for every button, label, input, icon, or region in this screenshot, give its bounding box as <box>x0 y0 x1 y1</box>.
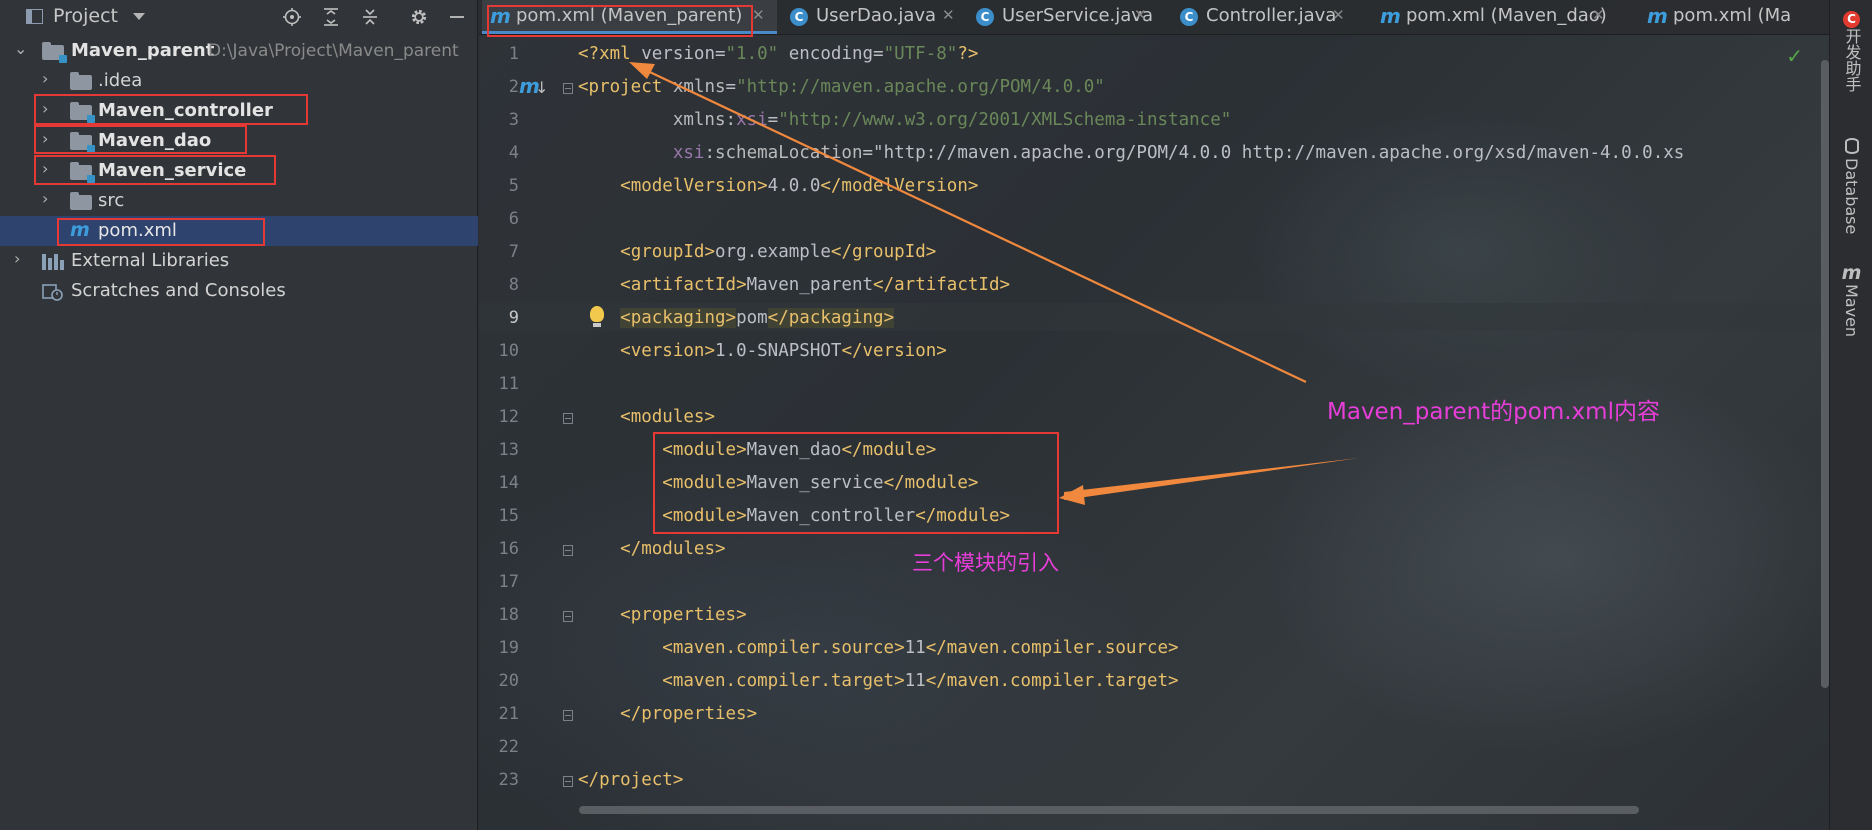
tree-item-maven-dao[interactable]: › Maven_dao <box>0 126 478 156</box>
tree-item-src[interactable]: › src <box>0 186 478 216</box>
right-tool-strip: C 开发助手 Database m Maven <box>1829 0 1872 830</box>
maven-icon: m <box>1841 262 1862 284</box>
annotation-modules-intro: 三个模块的引入 <box>912 551 1059 575</box>
annotation-arrow-line <box>1064 458 1359 500</box>
chevron-right-icon[interactable]: › <box>42 69 48 88</box>
tree-item-label: Maven_dao <box>98 130 212 151</box>
chevron-right-icon[interactable]: › <box>42 159 48 178</box>
tree-item-label: Maven_service <box>98 160 247 181</box>
horizontal-scrollbar[interactable] <box>579 806 1639 814</box>
module-folder-icon <box>70 102 95 123</box>
chevron-right-icon[interactable]: › <box>42 99 48 118</box>
project-panel-header: Project <box>0 0 478 34</box>
database-label: Database <box>1842 158 1861 235</box>
maven-tool[interactable]: m Maven <box>1830 262 1872 341</box>
maven-label: Maven <box>1842 284 1861 338</box>
annotation-pom-content: Maven_parent的pom.xml内容 <box>1327 399 1660 425</box>
gear-icon[interactable] <box>406 4 432 30</box>
library-icon <box>42 254 64 270</box>
arrowhead-icon <box>629 62 655 79</box>
tree-item-label: External Libraries <box>71 250 230 271</box>
tree-item-maven-controller[interactable]: › Maven_controller <box>0 96 478 126</box>
tree-item-maven-parent[interactable]: ⌄ Maven_parent D:\Java\Project\Maven_par… <box>0 36 478 66</box>
folder-icon <box>70 192 92 210</box>
code-editor[interactable]: m pom.xml (Maven_parent) ✕ C UserDao.jav… <box>479 0 1829 830</box>
maven-file-icon: m <box>70 219 90 241</box>
scratches-icon <box>42 284 64 301</box>
chevron-right-icon[interactable]: › <box>14 249 20 268</box>
expand-all-icon[interactable] <box>318 4 344 30</box>
chevron-down-icon[interactable] <box>133 13 145 20</box>
arrowhead-icon <box>1059 485 1085 505</box>
dev-helper-tool[interactable]: C 开发助手 <box>1830 8 1872 96</box>
tree-item-external-libraries[interactable]: › External Libraries <box>0 246 478 276</box>
tree-item-scratches[interactable]: Scratches and Consoles <box>0 276 478 306</box>
chevron-right-icon[interactable]: › <box>42 189 48 208</box>
tree-item-idea[interactable]: › .idea <box>0 66 478 96</box>
tree-item-label: .idea <box>98 70 143 91</box>
tree-item-label: Maven_parent <box>71 40 215 61</box>
annotation-arrow-line <box>636 65 1307 383</box>
module-folder-icon <box>42 42 67 63</box>
project-view-title[interactable]: Project <box>53 5 118 27</box>
tree-item-path: D:\Java\Project\Maven_parent <box>208 41 459 61</box>
database-tool[interactable]: Database <box>1830 138 1872 238</box>
chevron-right-icon[interactable]: › <box>42 129 48 148</box>
folder-icon <box>70 72 92 90</box>
dev-helper-icon: C <box>1843 11 1860 28</box>
vertical-scrollbar[interactable] <box>1821 60 1829 688</box>
project-view-icon <box>26 9 43 24</box>
database-icon <box>1844 138 1859 154</box>
locate-file-icon[interactable] <box>279 4 305 30</box>
chevron-down-icon[interactable]: ⌄ <box>14 39 27 58</box>
tree-item-pom-xml[interactable]: m pom.xml <box>0 216 478 246</box>
module-folder-icon <box>70 162 95 183</box>
dev-helper-label: 开发助手 <box>1842 28 1862 92</box>
tree-item-label: pom.xml <box>98 220 177 241</box>
collapse-all-icon[interactable] <box>357 4 383 30</box>
minimize-icon[interactable] <box>444 4 470 30</box>
project-panel: Project ⌄ Maven_parent D:\Java\Project\M… <box>0 0 478 830</box>
tree-item-label: Maven_controller <box>98 100 273 121</box>
module-folder-icon <box>70 132 95 153</box>
tree-item-maven-service[interactable]: › Maven_service <box>0 156 478 186</box>
tree-item-label: src <box>98 190 125 211</box>
tree-item-label: Scratches and Consoles <box>71 280 286 301</box>
